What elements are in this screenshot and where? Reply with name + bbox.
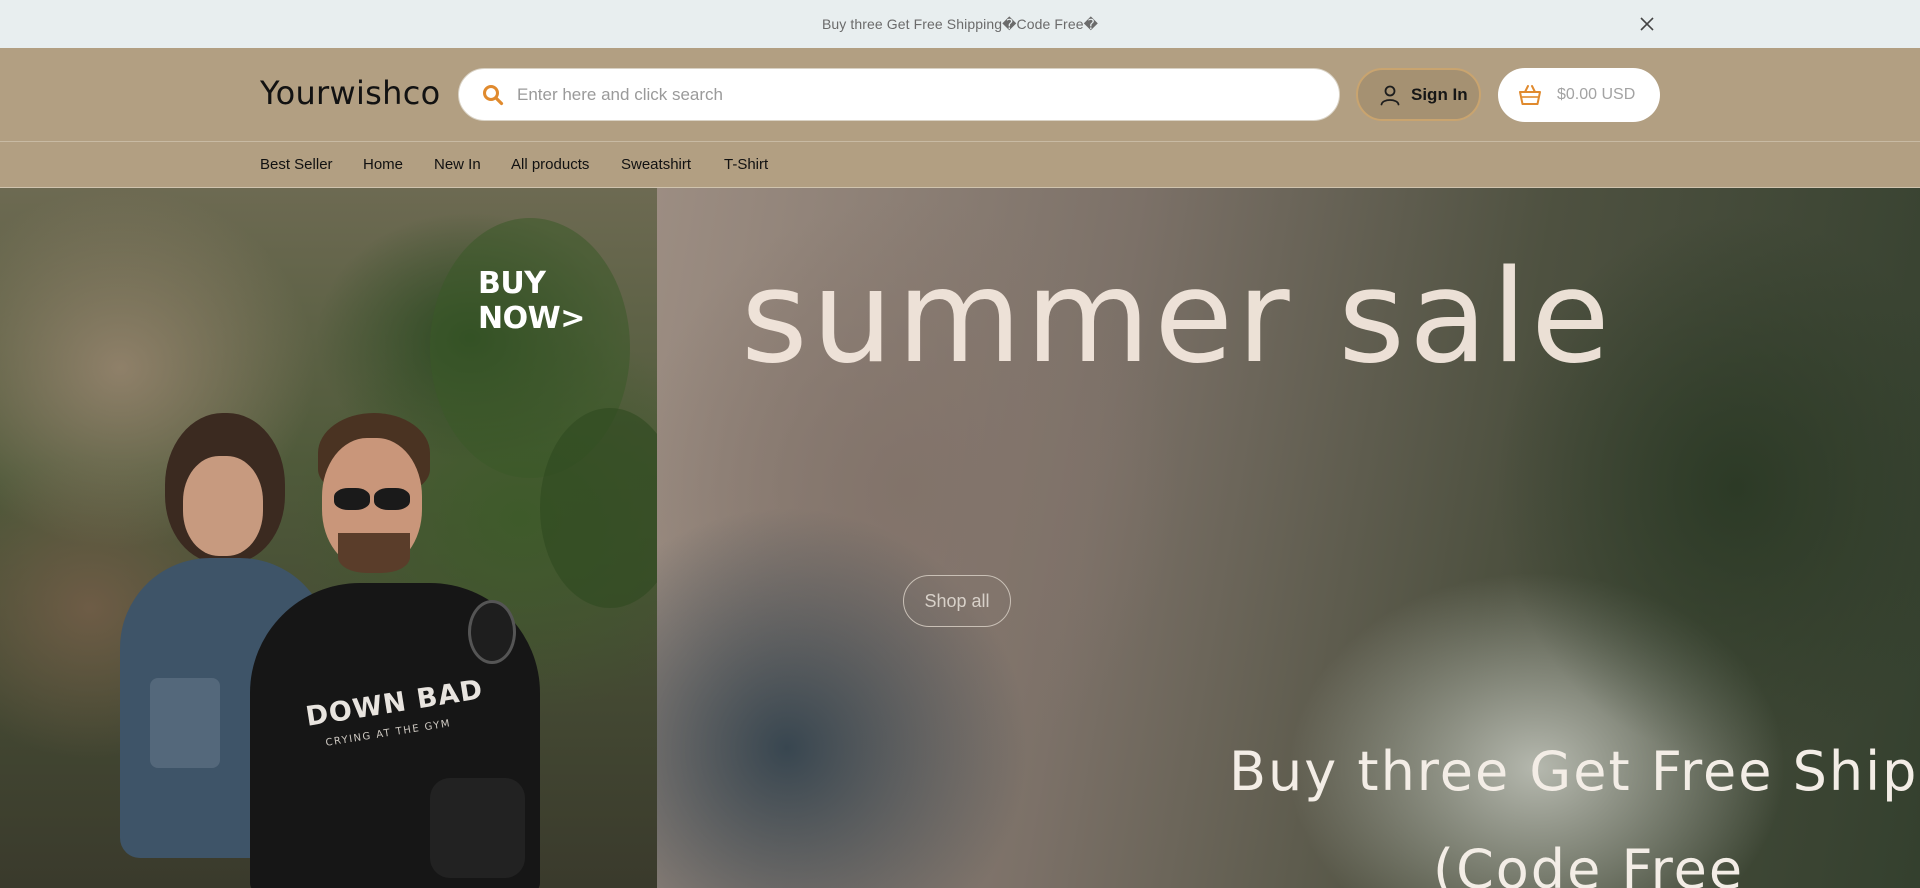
nav-item-sweatshirt[interactable]: Sweatshirt bbox=[621, 156, 691, 173]
sign-in-button[interactable]: Sign In bbox=[1356, 68, 1481, 121]
main-nav: Best Seller Home New In All products Swe… bbox=[0, 141, 1920, 188]
search-icon[interactable] bbox=[481, 83, 505, 107]
announcement-bar: Buy three Get Free Shipping�Code Free� bbox=[0, 0, 1920, 48]
shop-all-button[interactable]: Shop all bbox=[903, 575, 1011, 627]
nav-item-best-seller[interactable]: Best Seller bbox=[260, 156, 333, 173]
announcement-text: Buy three Get Free Shipping�Code Free� bbox=[821, 15, 1099, 32]
shirt-graphic-shape bbox=[150, 678, 220, 768]
close-icon[interactable] bbox=[1636, 13, 1658, 35]
sunglasses-shape bbox=[374, 488, 410, 510]
promo-panel: summer sale Shop all Buy three Get Free … bbox=[657, 188, 1920, 888]
search-bar bbox=[458, 68, 1340, 121]
promo-text-line2: (Code Free bbox=[1433, 838, 1745, 888]
nav-item-all-products[interactable]: All products bbox=[511, 156, 589, 173]
man-beard-shape bbox=[338, 533, 410, 573]
basket-icon bbox=[1519, 85, 1541, 105]
glove-shape bbox=[430, 778, 525, 878]
promo-text-line1: Buy three Get Free Shipping bbox=[1229, 740, 1920, 803]
store-logo[interactable]: Yourwishco bbox=[260, 74, 441, 112]
sunglasses-shape bbox=[334, 488, 370, 510]
hero-headline: summer sale bbox=[741, 243, 1614, 392]
nav-item-t-shirt[interactable]: T-Shirt bbox=[724, 156, 768, 173]
nav-item-home[interactable]: Home bbox=[363, 156, 403, 173]
nav-item-new-in[interactable]: New In bbox=[434, 156, 481, 173]
mirror-shape bbox=[468, 600, 516, 664]
buy-now-link[interactable]: BUY NOW> bbox=[478, 266, 657, 336]
site-header: Yourwishco Sign In $0.00 USD bbox=[0, 48, 1920, 141]
hero-photo[interactable]: DOWN BAD CRYING AT THE GYM BUY NOW> bbox=[0, 188, 657, 888]
woman-face-shape bbox=[183, 456, 263, 556]
hero-banner: DOWN BAD CRYING AT THE GYM BUY NOW> summ… bbox=[0, 188, 1920, 888]
sign-in-label: Sign In bbox=[1411, 84, 1468, 104]
cart-button[interactable]: $0.00 USD bbox=[1498, 68, 1660, 122]
cart-total: $0.00 USD bbox=[1557, 86, 1636, 103]
user-icon bbox=[1380, 85, 1400, 105]
search-input[interactable] bbox=[517, 84, 1297, 105]
